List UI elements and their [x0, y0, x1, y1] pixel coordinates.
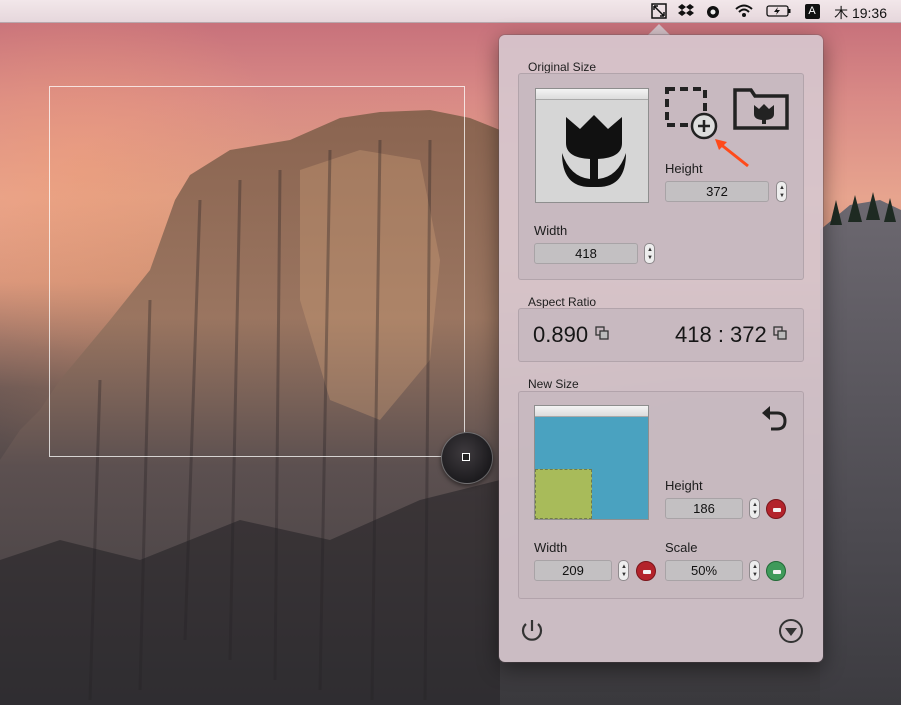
new-width-label: Width	[534, 540, 568, 555]
drop-icon[interactable]	[704, 3, 722, 19]
app-resize-icon[interactable]	[650, 3, 668, 19]
new-height-label: Height	[665, 478, 703, 493]
new-height-stepper[interactable]: ▲ ▼	[749, 498, 760, 519]
menu-bar: A 木 19:36	[0, 0, 901, 23]
original-width-label: Width	[534, 223, 568, 238]
magnifier-cursor[interactable]	[441, 432, 493, 484]
scaled-area-preview	[535, 469, 592, 519]
wifi-icon[interactable]	[733, 3, 755, 19]
annotation-arrow-icon	[715, 139, 749, 168]
battery-icon[interactable]	[765, 3, 793, 19]
remove-width-button[interactable]	[636, 561, 656, 581]
folder-tulip-icon	[733, 88, 789, 130]
copy-ratio-icon[interactable]	[595, 326, 609, 340]
original-width-stepper[interactable]: ▲ ▼	[644, 243, 655, 264]
resize-popover: Original Size Height 372 ▲ ▼ Width 418 ▲…	[499, 35, 823, 662]
input-method-icon[interactable]: A	[803, 3, 821, 19]
scale-stepper[interactable]: ▲ ▼	[749, 560, 760, 581]
new-width-stepper[interactable]: ▲ ▼	[618, 560, 629, 581]
original-height-label: Height	[665, 161, 703, 176]
scale-toggle-button[interactable]	[766, 561, 786, 581]
scale-field[interactable]: 50%	[665, 560, 743, 581]
new-height-field[interactable]: 186	[665, 498, 743, 519]
aspect-ratio-value: 0.890	[533, 322, 589, 347]
new-width-field[interactable]: 209	[534, 560, 612, 581]
capture-area-button[interactable]	[665, 87, 723, 141]
undo-arrow-icon	[762, 406, 787, 431]
open-file-button[interactable]	[733, 87, 789, 131]
new-size-title: New Size	[528, 377, 579, 391]
original-size-title: Original Size	[528, 60, 597, 74]
selection-rectangle[interactable]	[49, 86, 465, 457]
more-options-button[interactable]	[778, 618, 804, 644]
chevron-down-circle-icon	[779, 619, 803, 643]
input-method-label: A	[804, 3, 820, 19]
original-image-thumbnail[interactable]	[535, 88, 649, 203]
original-height-field[interactable]: 372	[665, 181, 769, 202]
power-icon	[521, 620, 543, 641]
quit-button[interactable]	[519, 618, 545, 644]
dropbox-icon[interactable]	[676, 3, 696, 19]
aspect-dimensions-value: 418 : 372	[675, 322, 767, 347]
scale-label: Scale	[665, 540, 698, 555]
popover-arrow	[648, 24, 670, 35]
new-size-preview	[534, 405, 649, 520]
reset-button[interactable]	[761, 403, 787, 431]
selection-plus-icon	[665, 87, 718, 140]
clock[interactable]: 木 19:36	[834, 3, 887, 23]
tulip-icon	[562, 115, 626, 187]
original-height-stepper[interactable]: ▲ ▼	[776, 181, 787, 202]
original-width-field[interactable]: 418	[534, 243, 638, 264]
copy-dimensions-icon[interactable]	[773, 326, 787, 340]
remove-height-button[interactable]	[766, 499, 786, 519]
crosshair-dot	[462, 453, 470, 461]
aspect-ratio-title: Aspect Ratio	[528, 295, 597, 309]
